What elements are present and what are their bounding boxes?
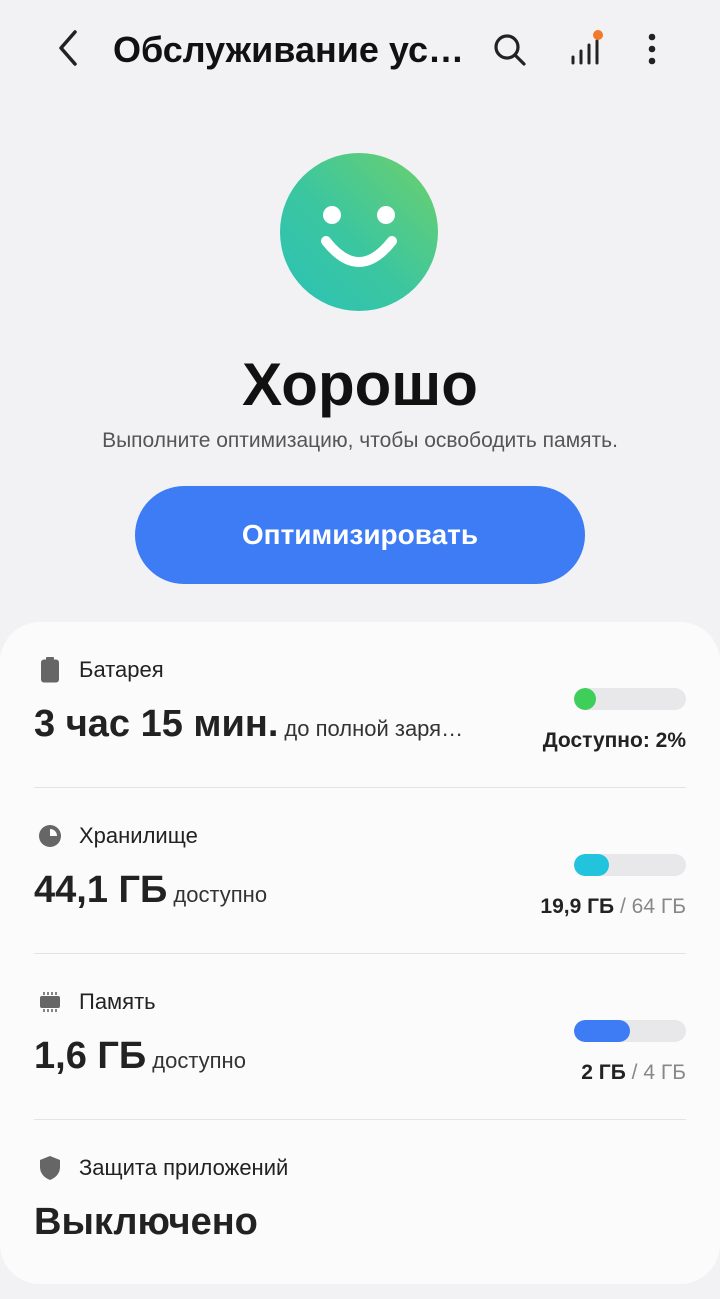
storage-usage-text: 19,9 ГБ / 64 ГБ [540,895,686,918]
status-subtitle: Выполните оптимизацию, чтобы освободить … [102,429,618,452]
memory-usage-text: 2 ГБ / 4 ГБ [581,1061,686,1084]
storage-usage-bar [574,854,686,876]
smiley-face-icon [321,206,397,267]
memory-chip-icon [38,990,62,1014]
memory-usage-fill [574,1020,630,1042]
optimize-button[interactable]: Оптимизировать [135,486,585,584]
app-protection-section[interactable]: Защита приложений Выключено [34,1153,686,1263]
more-vertical-icon [648,33,656,65]
app-protection-label: Защита приложений [79,1155,289,1180]
search-icon [494,34,526,66]
signal-bars-icon [571,30,603,65]
more-options-button[interactable] [630,24,674,74]
battery-suffix: до полной заря… [284,716,464,741]
storage-pie-icon [38,824,62,848]
status-face [280,153,438,311]
storage-value: 44,1 ГБ [34,869,168,911]
back-button[interactable] [46,26,90,70]
battery-available: Доступно: 2% [542,729,686,752]
memory-value: 1,6 ГБ [34,1035,147,1077]
storage-suffix: доступно [173,882,268,907]
app-protection-value: Выключено [34,1201,258,1243]
storage-label: Хранилище [79,823,198,848]
memory-usage-bar [574,1020,686,1042]
divider [34,953,686,954]
battery-icon [38,657,62,683]
page-title: Обслуживание ус… [113,29,465,70]
battery-value: 3 час 15 мин. [34,703,279,745]
battery-level-fill [574,688,596,710]
shield-icon [38,1156,62,1180]
memory-suffix: доступно [152,1048,246,1073]
memory-label: Память [79,989,156,1014]
storage-section[interactable]: Хранилище 44,1 ГБ доступно 19,9 ГБ / 64 … [34,821,686,951]
search-button[interactable] [486,26,534,74]
storage-usage-fill [574,854,609,876]
status-title: Хорошо [242,351,478,418]
battery-section[interactable]: Батарея 3 час 15 мин. до полной заря… До… [34,655,686,785]
app-bar: Обслуживание ус… [0,0,720,100]
battery-label: Батарея [79,657,164,682]
divider [34,787,686,788]
divider [34,1119,686,1120]
status-card: Батарея 3 час 15 мин. до полной заря… До… [0,622,720,1284]
memory-section[interactable]: Память 1,6 ГБ доступно 2 ГБ / 4 ГБ [34,987,686,1117]
diagnostics-button[interactable] [560,24,610,74]
battery-level-bar [574,688,686,710]
chevron-left-icon [59,30,77,66]
